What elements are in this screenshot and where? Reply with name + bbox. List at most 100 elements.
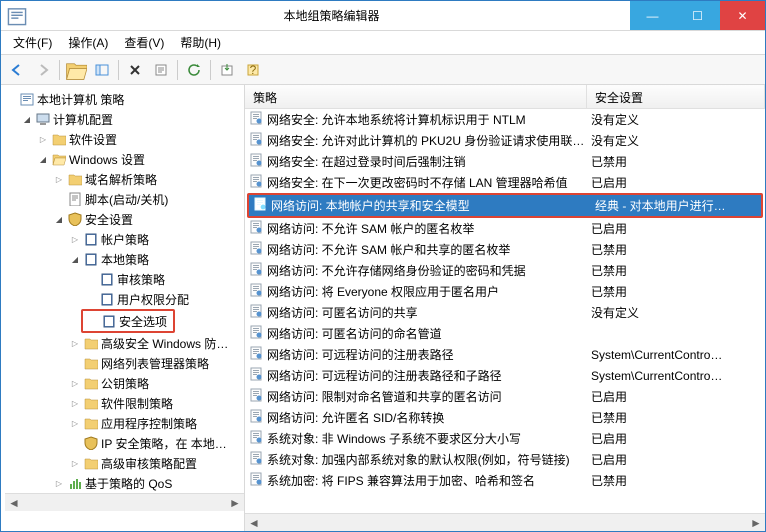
properties-button[interactable] (149, 58, 173, 82)
book-icon (83, 231, 99, 247)
tree-network-list[interactable]: 网络列表管理器策略 (5, 353, 244, 373)
policy-name: 网络访问: 不允许 SAM 帐户的匿名枚举 (267, 220, 474, 237)
policy-icon (249, 153, 263, 170)
policy-row[interactable]: 网络安全: 在超过登录时间后强制注销已禁用 (245, 151, 765, 172)
tree-account-policies[interactable]: 帐户策略 (5, 229, 244, 249)
policy-value: 已禁用 (587, 283, 765, 300)
tree-dns-policy[interactable]: 域名解析策略 (5, 169, 244, 189)
policy-row[interactable]: 系统加密: 将 FIPS 兼容算法用于加密、哈希和签名已禁用 (245, 470, 765, 491)
policy-icon (249, 451, 263, 468)
policy-list[interactable]: 网络安全: 允许本地系统将计算机标识用于 NTLM没有定义网络安全: 允许对此计… (245, 109, 765, 513)
policy-name-cell: 网络安全: 在超过登录时间后强制注销 (245, 153, 587, 170)
tree-security-settings[interactable]: 安全设置 (5, 209, 244, 229)
tree-user-rights[interactable]: 用户权限分配 (5, 289, 244, 309)
help-button[interactable]: ? (241, 58, 265, 82)
svg-text:?: ? (250, 63, 257, 77)
tree-software-settings[interactable]: 软件设置 (5, 129, 244, 149)
tree-label: 用户权限分配 (117, 291, 189, 308)
tree-label: 域名解析策略 (85, 171, 157, 188)
tree-audit-policy[interactable]: 审核策略 (5, 269, 244, 289)
policy-icon (249, 409, 263, 426)
policy-name-cell: 网络访问: 可匿名访问的共享 (245, 304, 587, 321)
column-setting[interactable]: 安全设置 (587, 85, 765, 108)
tree-adv-firewall[interactable]: 高级安全 Windows 防… (5, 333, 244, 353)
tree-security-options[interactable]: 安全选项 (83, 311, 173, 331)
maximize-button[interactable]: ☐ (675, 1, 720, 30)
policy-name: 网络访问: 不允许存储网络身份验证的密码和凭据 (267, 262, 526, 279)
scroll-left-icon[interactable]: ◄ (245, 515, 263, 531)
folder-icon (83, 395, 99, 411)
policy-row[interactable]: 网络访问: 本地帐户的共享和安全模型经典 - 对本地用户进行… (249, 195, 761, 216)
list-pane: 策略 安全设置 网络安全: 允许本地系统将计算机标识用于 NTLM没有定义网络安… (245, 85, 765, 531)
menu-help[interactable]: 帮助(H) (174, 32, 227, 53)
close-button[interactable]: ✕ (720, 1, 765, 30)
policy-name-cell: 网络安全: 允许本地系统将计算机标识用于 NTLM (245, 111, 587, 128)
menubar: 文件(F) 操作(A) 查看(V) 帮助(H) (1, 31, 765, 55)
tree-hscrollbar[interactable]: ◄ ► (5, 493, 244, 511)
up-button[interactable] (64, 58, 88, 82)
policy-row[interactable]: 网络安全: 允许本地系统将计算机标识用于 NTLM没有定义 (245, 109, 765, 130)
shield-icon (83, 435, 99, 451)
policy-name-cell: 网络访问: 可远程访问的注册表路径 (245, 346, 587, 363)
forward-button[interactable] (31, 58, 55, 82)
policy-name: 网络访问: 可匿名访问的命名管道 (267, 325, 442, 342)
tree-software-restrict[interactable]: 软件限制策略 (5, 393, 244, 413)
policy-name: 网络访问: 限制对命名管道和共享的匿名访问 (267, 388, 502, 405)
minimize-button[interactable]: — (630, 1, 675, 30)
tree-label: 本地策略 (101, 251, 149, 268)
computer-icon (35, 111, 51, 127)
tree-windows-settings[interactable]: Windows 设置 (5, 149, 244, 169)
folder-icon (51, 131, 67, 147)
policy-row[interactable]: 网络访问: 不允许 SAM 帐户和共享的匿名枚举已禁用 (245, 239, 765, 260)
policy-row[interactable]: 网络访问: 不允许 SAM 帐户的匿名枚举已启用 (245, 218, 765, 239)
back-button[interactable] (5, 58, 29, 82)
policy-row[interactable]: 网络访问: 可匿名访问的命名管道 (245, 323, 765, 344)
tree-label: 审核策略 (117, 271, 165, 288)
policy-icon (249, 430, 263, 447)
tree-app-control[interactable]: 应用程序控制策略 (5, 413, 244, 433)
scroll-right-icon[interactable]: ► (226, 495, 244, 511)
tree-computer-config[interactable]: 计算机配置 (5, 109, 244, 129)
policy-row[interactable]: 系统对象: 非 Windows 子系统不要求区分大小写已启用 (245, 428, 765, 449)
tree-root[interactable]: 本地计算机 策略 (5, 89, 244, 109)
tree-pane[interactable]: 本地计算机 策略 计算机配置 软件设置 Windows 设置 域名解析策略 脚本… (1, 85, 245, 531)
policy-row[interactable]: 网络安全: 允许对此计算机的 PKU2U 身份验证请求使用联…没有定义 (245, 130, 765, 151)
tree-qos[interactable]: 基于策略的 QoS (5, 473, 244, 493)
column-policy[interactable]: 策略 (245, 85, 587, 108)
tree-adv-audit[interactable]: 高级审核策略配置 (5, 453, 244, 473)
policy-icon (249, 346, 263, 363)
tree-ipsec[interactable]: IP 安全策略，在 本地… (5, 433, 244, 453)
export-button[interactable] (215, 58, 239, 82)
policy-row[interactable]: 网络访问: 可匿名访问的共享没有定义 (245, 302, 765, 323)
policy-row[interactable]: 系统对象: 加强内部系统对象的默认权限(例如，符号链接)已启用 (245, 449, 765, 470)
qos-icon (67, 475, 83, 491)
show-hide-tree-button[interactable] (90, 58, 114, 82)
delete-button[interactable] (123, 58, 147, 82)
tree-scripts[interactable]: 脚本(启动/关机) (5, 189, 244, 209)
folder-icon (83, 375, 99, 391)
policy-name: 网络安全: 允许对此计算机的 PKU2U 身份验证请求使用联… (267, 132, 584, 149)
policy-row[interactable]: 网络访问: 允许匿名 SID/名称转换已禁用 (245, 407, 765, 428)
list-hscrollbar[interactable]: ◄ ► (245, 513, 765, 531)
list-header: 策略 安全设置 (245, 85, 765, 109)
scroll-right-icon[interactable]: ► (747, 515, 765, 531)
scroll-left-icon[interactable]: ◄ (5, 495, 23, 511)
menu-file[interactable]: 文件(F) (7, 32, 58, 53)
policy-name: 网络访问: 本地帐户的共享和安全模型 (271, 197, 470, 214)
folder-open-icon (51, 151, 67, 167)
policy-row[interactable]: 网络访问: 可远程访问的注册表路径System\CurrentContro… (245, 344, 765, 365)
tree-pubkey[interactable]: 公钥策略 (5, 373, 244, 393)
policy-name-cell: 网络访问: 允许匿名 SID/名称转换 (245, 409, 587, 426)
policy-row[interactable]: 网络访问: 将 Everyone 权限应用于匿名用户已禁用 (245, 281, 765, 302)
menu-action[interactable]: 操作(A) (62, 32, 114, 53)
policy-name-cell: 系统对象: 非 Windows 子系统不要求区分大小写 (245, 430, 587, 447)
tree-local-policies[interactable]: 本地策略 (5, 249, 244, 269)
policy-row[interactable]: 网络访问: 限制对命名管道和共享的匿名访问已启用 (245, 386, 765, 407)
refresh-button[interactable] (182, 58, 206, 82)
policy-row[interactable]: 网络访问: 可远程访问的注册表路径和子路径System\CurrentContr… (245, 365, 765, 386)
policy-row[interactable]: 网络访问: 不允许存储网络身份验证的密码和凭据已禁用 (245, 260, 765, 281)
tree-label: 软件设置 (69, 131, 117, 148)
policy-row[interactable]: 网络安全: 在下一次更改密码时不存储 LAN 管理器哈希值已启用 (245, 172, 765, 193)
tree-label: 安全选项 (119, 313, 167, 330)
menu-view[interactable]: 查看(V) (118, 32, 170, 53)
